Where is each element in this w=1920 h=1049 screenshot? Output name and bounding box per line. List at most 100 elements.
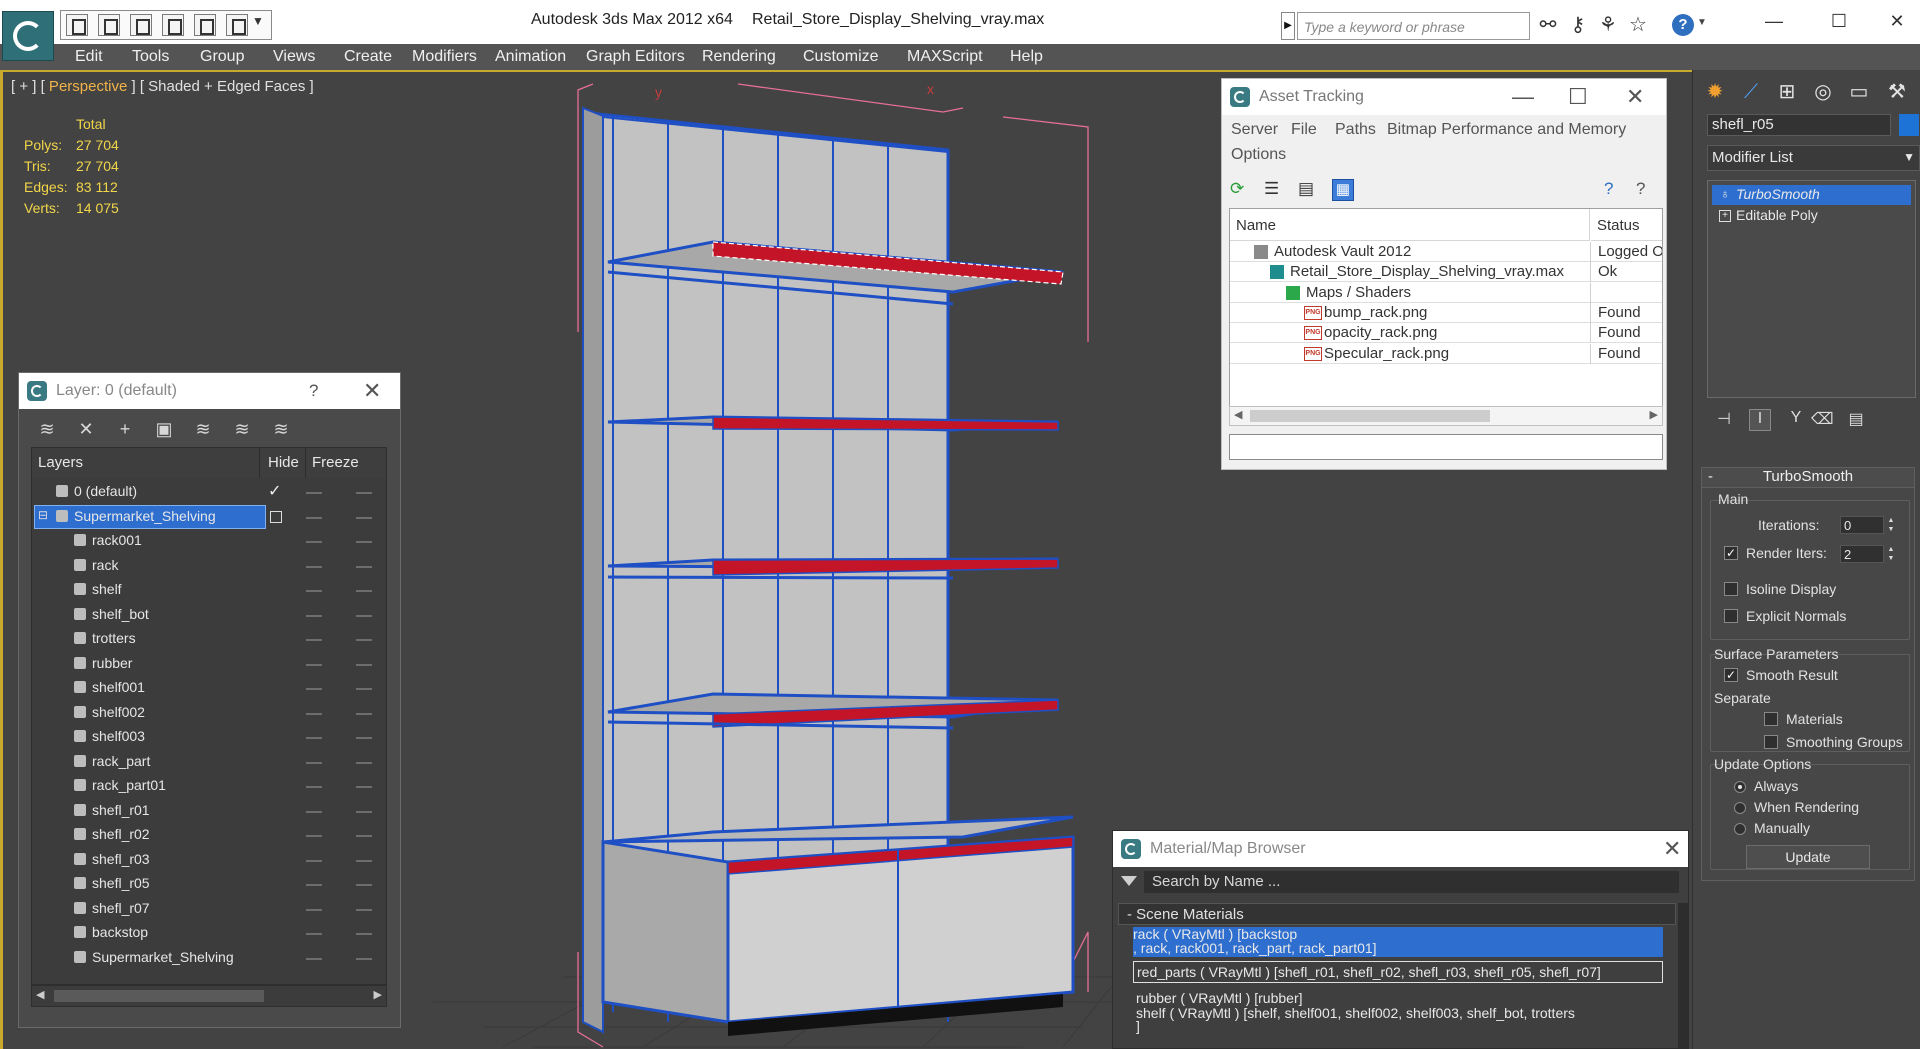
thumbnail-view-icon[interactable]: ▤ <box>1298 179 1320 201</box>
layer-object-row[interactable]: shefl_r03 <box>32 848 386 872</box>
asset-menu-paths[interactable]: Paths <box>1335 121 1376 139</box>
object-name-field[interactable]: shefl_r05 <box>1707 114 1891 136</box>
layer-object-row[interactable]: rack001 <box>32 529 386 553</box>
menu-animation[interactable]: Animation <box>495 48 566 66</box>
asset-menu-server[interactable]: Server <box>1231 121 1278 139</box>
layer-object-row[interactable]: rack_part01 <box>32 774 386 798</box>
add-to-layer-icon[interactable]: + <box>113 418 137 440</box>
render-iters-checkbox[interactable]: ✓ <box>1724 546 1738 560</box>
layer-object-row[interactable]: backstop <box>32 921 386 945</box>
stack-item-editable-poly[interactable]: + Editable Poly <box>1712 206 1911 226</box>
column-freeze[interactable]: Freeze <box>306 448 386 478</box>
hide-toggle[interactable] <box>306 884 322 886</box>
create-layer-icon[interactable]: ≋ <box>35 418 59 440</box>
menu-tools[interactable]: Tools <box>132 48 169 66</box>
spinner-arrows-icon[interactable]: ▲ ▼ <box>1886 545 1896 563</box>
update-manually-radio[interactable] <box>1734 823 1746 835</box>
layer-object-row[interactable]: shelf001 <box>32 676 386 700</box>
menu-help[interactable]: Help <box>1010 48 1043 66</box>
hierarchy-tab-icon[interactable]: ⊞ <box>1773 78 1801 106</box>
scroll-right-icon[interactable]: ▶ <box>1650 408 1658 421</box>
undo-icon[interactable] <box>194 14 216 36</box>
menu-group[interactable]: Group <box>200 48 244 66</box>
horizontal-scrollbar[interactable]: ◀ ▶ <box>31 985 387 1007</box>
asset-row[interactable]: Autodesk Vault 2012 Logged O <box>1230 242 1662 262</box>
satellite-icon[interactable]: ⚘ <box>1596 12 1620 38</box>
delete-layer-icon[interactable]: ✕ <box>74 418 98 440</box>
open-file-icon[interactable] <box>66 14 88 36</box>
smooth-result-checkbox[interactable]: ✓ <box>1724 668 1738 682</box>
render-iters-spinner[interactable]: 2 <box>1840 545 1884 563</box>
help-icon[interactable]: ? <box>1604 179 1626 201</box>
freeze-toggle[interactable] <box>356 737 372 739</box>
freeze-toggle[interactable] <box>356 492 372 494</box>
create-tab-icon[interactable]: ✹ <box>1701 78 1729 106</box>
freeze-toggle[interactable] <box>356 639 372 641</box>
horizontal-scrollbar[interactable]: ◀ ▶ <box>1229 406 1663 426</box>
minimize-icon[interactable]: — <box>1512 84 1534 110</box>
layer-object-row[interactable]: shefl_r05 <box>32 872 386 896</box>
redo-icon[interactable] <box>226 14 248 36</box>
modify-tab-icon[interactable]: ⟋ <box>1737 78 1765 106</box>
close-icon[interactable]: ✕ <box>1626 84 1644 110</box>
modifier-list-dropdown[interactable]: Modifier List ▼ <box>1707 145 1920 171</box>
layer-object-row[interactable]: Supermarket_Shelving <box>32 946 386 970</box>
hide-toggle[interactable] <box>306 516 322 519</box>
layer-object-row[interactable]: shelf003 <box>32 725 386 749</box>
hold-icon[interactable] <box>162 14 184 36</box>
browser-options-icon[interactable] <box>1121 876 1137 886</box>
column-name[interactable]: Name <box>1230 209 1590 241</box>
menu-customize[interactable]: Customize <box>803 48 879 66</box>
layer-list[interactable]: Layers Hide Freeze 0 (default) ✓ ⊟ Supermar… <box>31 447 387 985</box>
scroll-right-icon[interactable]: ▶ <box>374 988 382 1001</box>
modifier-stack[interactable]: ♁ TurboSmooth + Editable Poly <box>1707 180 1916 398</box>
spinner-arrows-icon[interactable]: ▲ ▼ <box>1886 516 1896 534</box>
hide-toggle[interactable] <box>306 810 322 813</box>
layer-object-row[interactable]: shelf_bot <box>32 603 386 627</box>
hide-toggle[interactable] <box>306 614 322 617</box>
save-file-icon[interactable] <box>98 14 120 36</box>
layer-object-row[interactable]: rack <box>32 554 386 578</box>
layer-object-row[interactable]: rubber <box>32 652 386 676</box>
close-icon[interactable]: ✕ <box>1663 836 1681 862</box>
hide-toggle[interactable] <box>306 786 322 788</box>
update-button[interactable]: Update <box>1746 845 1870 869</box>
layer-dialog-titlebar[interactable]: Layer: 0 (default) ? ✕ <box>19 373 400 409</box>
layer-object-row[interactable]: shelf002 <box>32 701 386 725</box>
layer-object-row[interactable]: shefl_r01 <box>32 799 386 823</box>
column-status[interactable]: Status <box>1591 209 1662 241</box>
freeze-toggle[interactable] <box>356 590 372 592</box>
asset-table[interactable]: Name Status Autodesk Vault 2012 Logged O R… <box>1229 208 1663 408</box>
freeze-toggle[interactable] <box>356 761 372 764</box>
hide-toggle[interactable] <box>306 835 322 837</box>
hide-toggle[interactable] <box>306 639 322 641</box>
asset-row[interactable]: PNG opacity_rack.png Found <box>1230 323 1662 344</box>
select-layer-icon[interactable]: ≋ <box>191 418 215 440</box>
hide-toggle[interactable] <box>306 663 322 666</box>
quick-access-dropdown-icon[interactable]: ▼ <box>252 14 264 28</box>
asset-row[interactable]: Maps / Shaders <box>1230 282 1662 303</box>
iterations-spinner[interactable]: 0 <box>1840 516 1884 534</box>
layer-object-row[interactable]: shefl_r07 <box>32 897 386 921</box>
help-icon[interactable]: ? <box>1672 14 1694 36</box>
layer-object-row[interactable]: shefl_r02 <box>32 823 386 847</box>
hide-toggle[interactable] <box>306 590 322 592</box>
menu-maxscript[interactable]: MAXScript <box>907 48 983 66</box>
utilities-tab-icon[interactable]: ⚒ <box>1883 78 1911 106</box>
vault-help-icon[interactable]: ? <box>1636 179 1658 201</box>
asset-row[interactable]: PNG bump_rack.png Found <box>1230 302 1662 323</box>
minimize-icon[interactable]: — <box>1761 8 1787 34</box>
menu-edit[interactable]: Edit <box>75 48 103 66</box>
rollout-header[interactable]: - TurboSmooth <box>1702 468 1914 488</box>
freeze-toggle[interactable] <box>356 859 372 862</box>
binoculars-icon[interactable]: ⚯ <box>1536 12 1560 38</box>
freeze-layers-icon[interactable]: ≋ <box>269 418 293 440</box>
column-hide[interactable]: Hide <box>260 448 306 478</box>
material-item-rack[interactable]: rack ( VRayMtl ) [backstop , rack, rack0… <box>1133 927 1663 957</box>
freeze-toggle[interactable] <box>356 688 372 690</box>
menu-create[interactable]: Create <box>344 48 392 66</box>
app-logo-icon[interactable] <box>2 11 54 61</box>
freeze-toggle[interactable] <box>356 614 372 617</box>
hide-toggle[interactable] <box>306 933 322 935</box>
freeze-toggle[interactable] <box>356 908 372 911</box>
